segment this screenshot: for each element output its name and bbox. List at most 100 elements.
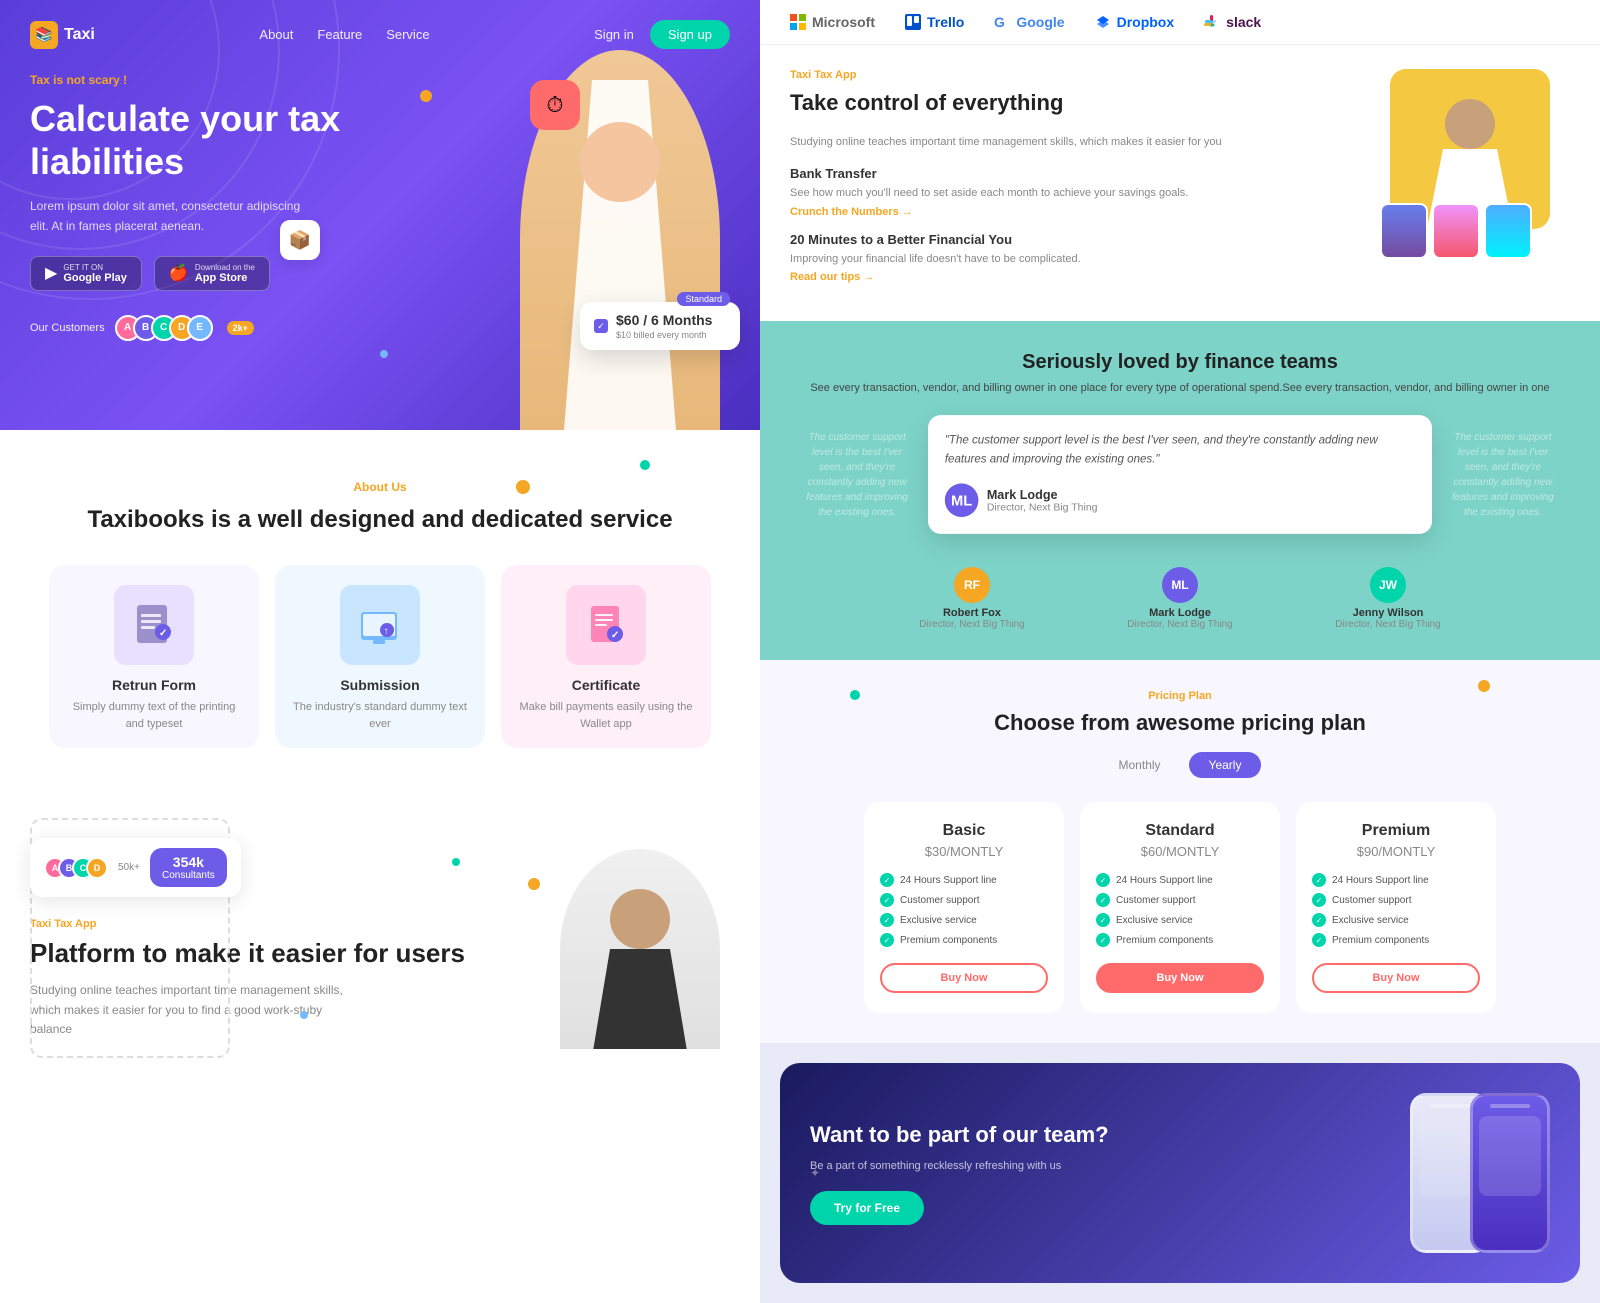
cta-button[interactable]: Try for Free bbox=[810, 1191, 924, 1225]
features-grid: ✓ Retrun Form Simply dummy text of the p… bbox=[30, 565, 730, 748]
avatar: E bbox=[187, 315, 213, 341]
author-name-robert: Robert Fox bbox=[919, 607, 1024, 619]
control-tag: Taxi Tax App bbox=[790, 69, 1370, 81]
hero-tag: Tax is not scary ! bbox=[30, 73, 730, 87]
feature-name-0: Retrun Form bbox=[65, 677, 243, 693]
svg-text:✓: ✓ bbox=[159, 628, 167, 639]
author-robert: RF Robert Fox Director, Next Big Thing bbox=[919, 567, 1024, 630]
control-item-financial-desc: Improving your financial life doesn't ha… bbox=[790, 251, 1370, 268]
feature-text: Premium components bbox=[900, 935, 997, 946]
nav-service[interactable]: Service bbox=[386, 27, 429, 42]
testimonials-desc: See every transaction, vendor, and billi… bbox=[790, 382, 1570, 394]
author-name-1: Mark Lodge bbox=[987, 487, 1098, 502]
feature-2: ✓ Exclusive service bbox=[880, 913, 1048, 927]
nav-actions: Sign in Sign up bbox=[594, 20, 730, 49]
nav-about[interactable]: About bbox=[259, 27, 293, 42]
feature-card-submission: ↑ Submission The industry's standard dum… bbox=[275, 565, 485, 748]
price-card: Standard ✓ $60 / 6 Months $10 billed eve… bbox=[580, 302, 740, 350]
pricing-cards: Basic $30/MONTLY ✓ 24 Hours Support line… bbox=[790, 802, 1570, 1013]
price-badge: Standard bbox=[677, 292, 730, 306]
signup-button[interactable]: Sign up bbox=[650, 20, 730, 49]
google-icon: G bbox=[994, 14, 1010, 30]
check-icon: ✓ bbox=[880, 893, 894, 907]
app-store-button[interactable]: 🍎 Download on the App Store bbox=[154, 256, 270, 291]
decor-dot bbox=[516, 480, 530, 494]
check-icon: ✓ bbox=[1096, 873, 1110, 887]
signin-link[interactable]: Sign in bbox=[594, 27, 634, 42]
pricing-card-premium: Premium $90/MONTLY ✓ 24 Hours Support li… bbox=[1296, 802, 1496, 1013]
feature-text: Premium components bbox=[1116, 935, 1213, 946]
feature-text: 24 Hours Support line bbox=[1116, 875, 1213, 886]
testimonial-card-main: "The customer support level is the best … bbox=[928, 415, 1431, 534]
pricing-tag: Pricing Plan bbox=[790, 690, 1570, 702]
control-item-bank-title: Bank Transfer bbox=[790, 166, 1370, 181]
feature-text: Customer support bbox=[900, 895, 979, 906]
left-panel: 📚 Taxi About Feature Service Sign in Sig… bbox=[0, 0, 760, 1303]
nav-feature[interactable]: Feature bbox=[317, 27, 362, 42]
pricing-section: Pricing Plan Choose from awesome pricing… bbox=[760, 660, 1600, 1043]
check-icon: ✓ bbox=[880, 913, 894, 927]
feature-1: ✓ Customer support bbox=[1096, 893, 1264, 907]
consultant-plus: 50k+ bbox=[118, 862, 140, 873]
ghost-right: The customer support level is the best I… bbox=[1436, 418, 1570, 531]
cta-desc: Be a part of something recklessly refres… bbox=[810, 1158, 1390, 1176]
feature-text: Premium components bbox=[1332, 935, 1429, 946]
author-avatar-1: ML bbox=[945, 484, 979, 518]
author-name-mark: Mark Lodge bbox=[1127, 607, 1232, 619]
control-item-bank: Bank Transfer See how much you'll need t… bbox=[790, 166, 1370, 218]
google-play-button[interactable]: ▶ GET IT ON Google Play bbox=[30, 256, 142, 291]
buy-btn-standard[interactable]: Buy Now bbox=[1096, 963, 1264, 993]
plan-features-standard: ✓ 24 Hours Support line ✓ Customer suppo… bbox=[1096, 873, 1264, 947]
ghost-left: The customer support level is the best I… bbox=[790, 418, 924, 531]
check-icon: ✓ bbox=[1312, 913, 1326, 927]
check-icon: ✓ bbox=[1312, 933, 1326, 947]
buy-btn-premium[interactable]: Buy Now bbox=[1312, 963, 1480, 993]
decor-dot bbox=[380, 350, 388, 358]
price-check: ✓ $60 / 6 Months $10 billed every month bbox=[594, 312, 726, 340]
customer-avatars: A B C D E bbox=[115, 315, 213, 341]
toggle-monthly[interactable]: Monthly bbox=[1099, 752, 1181, 778]
feature-0: ✓ 24 Hours Support line bbox=[880, 873, 1048, 887]
hero-desc: Lorem ipsum dolor sit amet, consectetur … bbox=[30, 197, 310, 235]
feature-3: ✓ Premium components bbox=[880, 933, 1048, 947]
app-store-text: Download on the App Store bbox=[195, 263, 255, 284]
feature-name-1: Submission bbox=[291, 677, 469, 693]
feature-name-2: Certificate bbox=[517, 677, 695, 693]
plan-features-basic: ✓ 24 Hours Support line ✓ Customer suppo… bbox=[880, 873, 1048, 947]
plan-name-standard: Standard bbox=[1096, 822, 1264, 840]
app-store-small: Download on the bbox=[195, 263, 255, 272]
buy-btn-basic[interactable]: Buy Now bbox=[880, 963, 1048, 993]
feature-3: ✓ Premium components bbox=[1096, 933, 1264, 947]
pricing-card-standard: Standard $60/MONTLY ✓ 24 Hours Support l… bbox=[1080, 802, 1280, 1013]
avatar: D bbox=[86, 857, 108, 879]
control-section: Taxi Tax App Take control of everything … bbox=[760, 45, 1600, 321]
feature-text: Exclusive service bbox=[900, 915, 977, 926]
nav-links: About Feature Service bbox=[259, 27, 429, 42]
control-link-2[interactable]: Read our tips → bbox=[790, 271, 1370, 283]
control-link-1[interactable]: Crunch the Numbers → bbox=[790, 206, 1370, 218]
author-jenny: JW Jenny Wilson Director, Next Big Thing bbox=[1335, 567, 1440, 630]
testimonial-authors: RF Robert Fox Director, Next Big Thing M… bbox=[790, 567, 1570, 630]
platform-person bbox=[560, 849, 740, 1069]
author-name-jenny: Jenny Wilson bbox=[1335, 607, 1440, 619]
slack-label: slack bbox=[1226, 14, 1261, 30]
control-thumbs bbox=[1380, 203, 1532, 259]
price-main: $60 / 6 Months bbox=[616, 312, 712, 328]
check-icon: ✓ bbox=[880, 873, 894, 887]
testimonials-title: Seriously loved by finance teams bbox=[790, 351, 1570, 374]
google-play-small: GET IT ON bbox=[63, 263, 127, 272]
feature-0: ✓ 24 Hours Support line bbox=[1312, 873, 1480, 887]
feature-text: Customer support bbox=[1116, 895, 1195, 906]
ghost-quote-left: The customer support level is the best I… bbox=[790, 420, 924, 530]
control-image bbox=[1390, 69, 1570, 249]
decor-dot bbox=[640, 460, 650, 470]
plan-name-basic: Basic bbox=[880, 822, 1048, 840]
brands-bar: Microsoft Trello G Google Dropbox bbox=[760, 0, 1600, 45]
about-section: About Us Taxibooks is a well designed an… bbox=[0, 430, 760, 818]
person-clothes bbox=[590, 949, 690, 1049]
feature-desc-0: Simply dummy text of the printing and ty… bbox=[65, 699, 243, 732]
toggle-yearly[interactable]: Yearly bbox=[1189, 752, 1262, 778]
brand-dropbox: Dropbox bbox=[1095, 14, 1175, 30]
google-label: Google bbox=[1016, 14, 1064, 30]
store-buttons: ▶ GET IT ON Google Play 🍎 Download on th… bbox=[30, 256, 730, 291]
